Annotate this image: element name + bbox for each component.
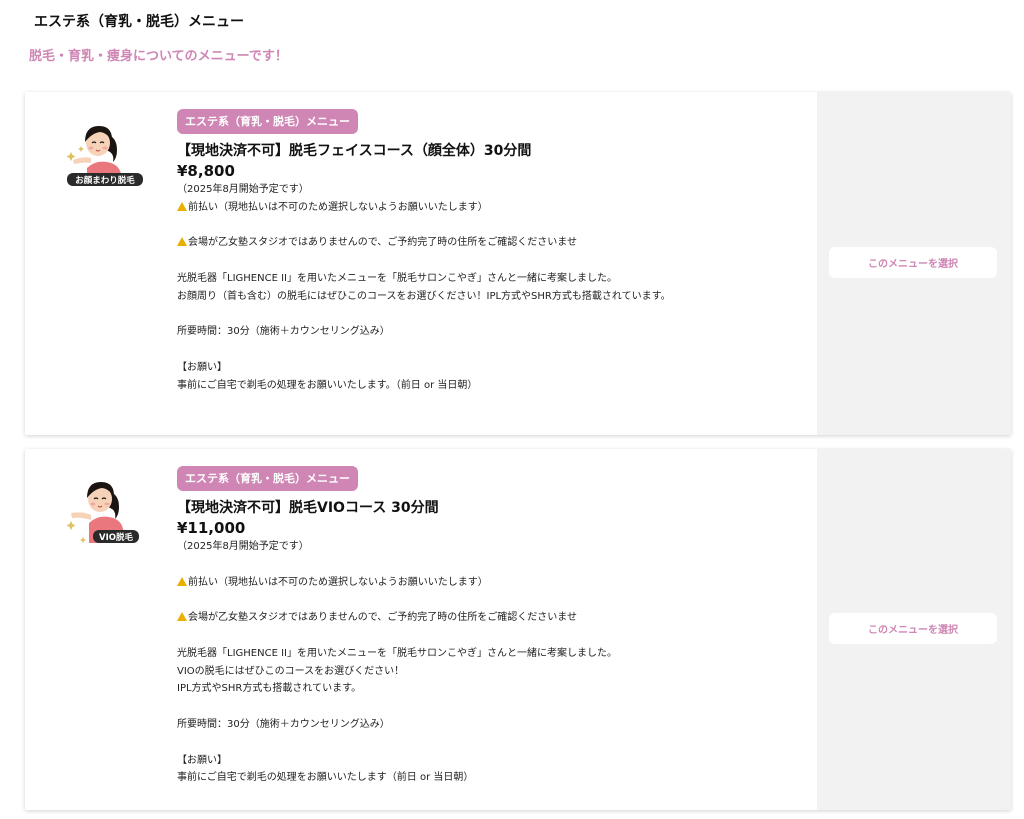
- menu-item-description: （2025年8月開始予定です） 前払い（現地払いは不可のため選択しないようお願いい…: [177, 181, 817, 395]
- select-panel: このメニューを選択: [817, 449, 1011, 810]
- menu-item-price: ¥8,800: [177, 162, 235, 180]
- description-line: 前払い（現地払いは不可のため選択しないようお願いいたします）: [177, 574, 817, 592]
- description-line: お顔周り（首も含む）の脱毛にはぜひこのコースをお選びください！IPL方式やSHR…: [177, 290, 671, 302]
- description-line: [177, 734, 817, 752]
- description-line: [177, 252, 817, 270]
- description-line: （2025年8月開始予定です）: [177, 184, 309, 195]
- menu-item-title: 【現地決済不可】脱毛VIOコース 30分間: [177, 500, 439, 516]
- description-line: 会場が乙女塾スタジオではありませんので、ご予約完了時の住所をご確認くださいませ: [177, 609, 817, 627]
- description-line: 光脱毛器「LIGHENCE II」を用いたメニューを「脱毛サロンこやぎ」さんと一…: [177, 272, 617, 284]
- description-line: 所要時間：30分（施術＋カウンセリング込み）: [177, 718, 390, 730]
- menu-item-title: 【現地決済不可】脱毛フェイスコース（顔全体）30分間: [177, 143, 532, 159]
- menu-item-price: ¥11,000: [177, 519, 246, 537]
- description-line: 前払い（現地払いは不可のため選択しないようお願いいたします）: [177, 199, 817, 217]
- menu-item-content: エステ系（育乳・脱毛）メニュー 【現地決済不可】脱毛フェイスコース（顔全体）30…: [177, 109, 817, 395]
- category-badge: エステ系（育乳・脱毛）メニュー: [177, 466, 358, 491]
- menu-item-description: （2025年8月開始予定です） 前払い（現地払いは不可のため選択しないようお願いい…: [177, 538, 817, 787]
- description-line: 所要時間：30分（施術＋カウンセリング込み）: [177, 326, 390, 338]
- description-line: VIOの脱毛にはぜひこのコースをお選びください！: [177, 665, 405, 677]
- description-line: 会場が乙女塾スタジオではありませんので、ご予約完了時の住所をご確認くださいませ: [177, 234, 817, 252]
- page-title: エステ系（育乳・脱毛）メニュー: [34, 14, 244, 30]
- face-hair-removal-illustration-icon: お顔まわり脱毛: [67, 110, 143, 192]
- description-line: [177, 698, 817, 716]
- description-line: （2025年8月開始予定です）: [177, 541, 309, 552]
- description-line: 光脱毛器「LIGHENCE II」を用いたメニューを「脱毛サロンこやぎ」さんと一…: [177, 647, 617, 659]
- thumbnail-label: お顔まわり脱毛: [75, 175, 135, 186]
- description-line: 事前にご自宅で剃毛の処理をお願いいたします（前日 or 当日朝）: [177, 772, 474, 784]
- warning-icon: [177, 612, 187, 622]
- description-line: IPL方式やSHR方式も搭載されています。: [177, 683, 362, 695]
- thumbnail-label: VIO脱毛: [99, 532, 133, 543]
- menu-card: お顔まわり脱毛 エステ系（育乳・脱毛）メニュー 【現地決済不可】脱毛フェイスコー…: [25, 92, 1011, 435]
- vio-hair-removal-illustration-icon: VIO脱毛: [67, 467, 143, 549]
- category-badge: エステ系（育乳・脱毛）メニュー: [177, 109, 358, 134]
- select-panel: このメニューを選択: [817, 92, 1011, 435]
- description-line: [177, 591, 817, 609]
- menu-item-content: エステ系（育乳・脱毛）メニュー 【現地決済不可】脱毛VIOコース 30分間 ¥1…: [177, 466, 817, 787]
- description-line: 【お願い】: [177, 361, 227, 373]
- description-line: [177, 306, 817, 324]
- select-menu-button[interactable]: このメニューを選択: [829, 247, 997, 278]
- select-menu-button[interactable]: このメニューを選択: [829, 613, 997, 644]
- description-line: [177, 217, 817, 235]
- description-line: [177, 627, 817, 645]
- description-line: [177, 556, 817, 574]
- menu-card: VIO脱毛 エステ系（育乳・脱毛）メニュー 【現地決済不可】脱毛VIOコース 3…: [25, 449, 1011, 810]
- description-line: 事前にご自宅で剃毛の処理をお願いいたします。（前日 or 当日朝）: [177, 379, 478, 391]
- description-line: [177, 341, 817, 359]
- warning-icon: [177, 237, 187, 247]
- warning-icon: [177, 201, 187, 211]
- warning-icon: [177, 576, 187, 586]
- page-subtitle: 脱毛・育乳・痩身についてのメニューです！: [29, 49, 288, 64]
- description-line: 【お願い】: [177, 754, 227, 766]
